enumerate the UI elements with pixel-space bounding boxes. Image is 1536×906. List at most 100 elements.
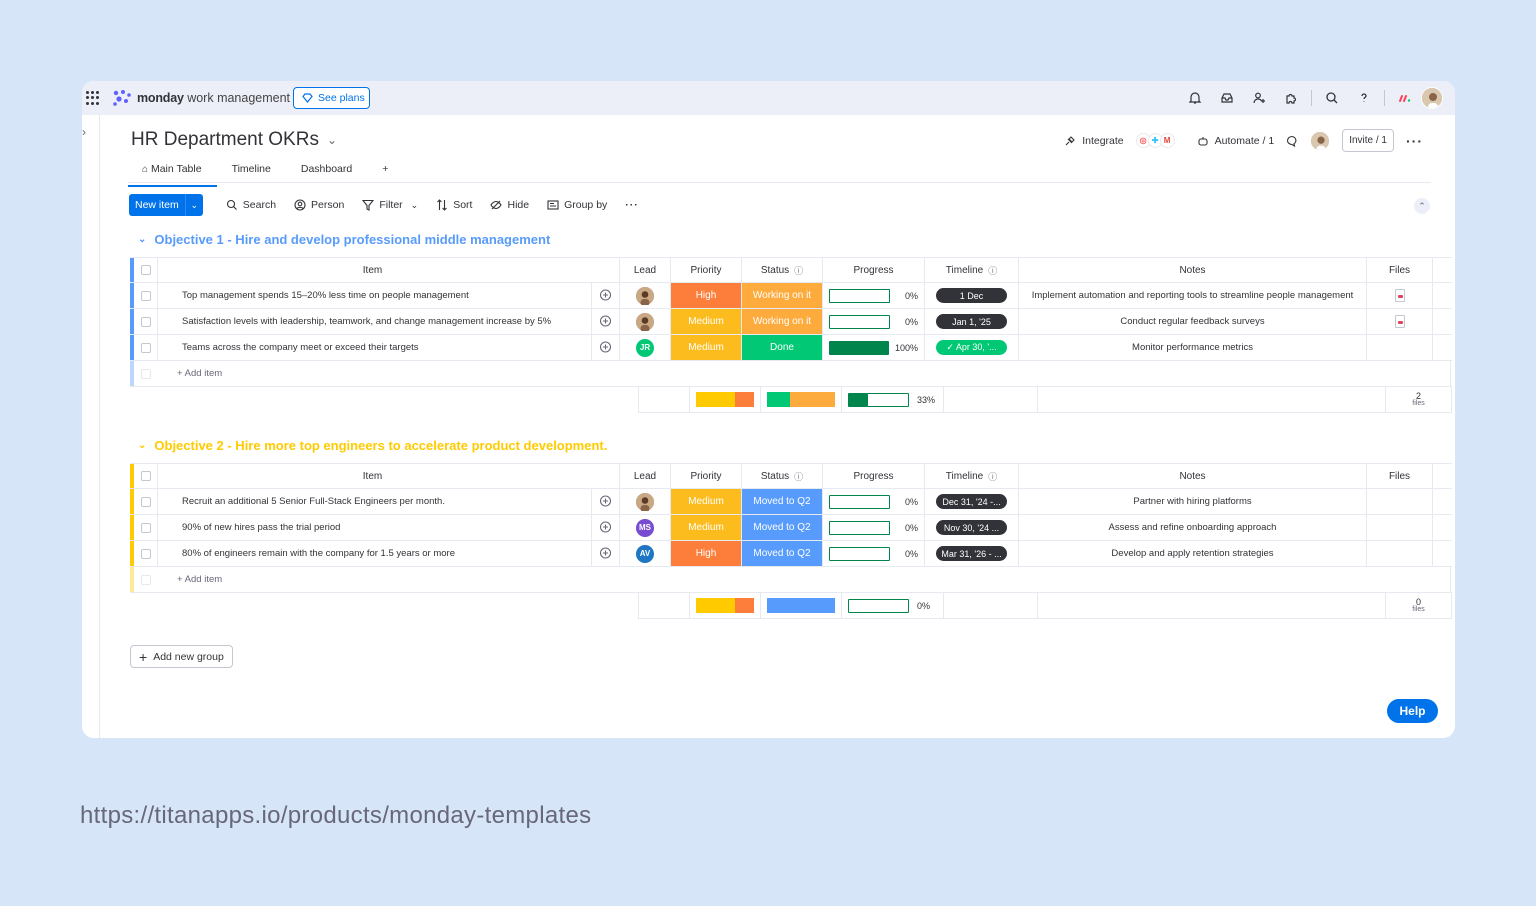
info-icon[interactable]: ⓘ	[988, 264, 997, 277]
column-header-timeline[interactable]: Timeline ⓘ	[925, 464, 1019, 488]
lead-cell[interactable]	[620, 283, 671, 308]
automate-button[interactable]: Automate / 1	[1197, 135, 1274, 147]
column-header-priority[interactable]: Priority	[671, 464, 742, 488]
timeline-cell[interactable]: 1 Dec	[925, 283, 1019, 308]
info-icon[interactable]: ⓘ	[988, 470, 997, 483]
column-header-timeline[interactable]: Timeline ⓘ	[925, 258, 1019, 282]
table-row[interactable]: 90% of new hires pass the trial period MS…	[130, 515, 1452, 541]
item-name[interactable]: 80% of engineers remain with the company…	[182, 548, 455, 559]
lead-avatar[interactable]: MS	[636, 518, 654, 537]
timeline-cell[interactable]: Jan 1, '25	[925, 309, 1019, 334]
timeline-cell[interactable]: ✓ Apr 30, '...	[925, 335, 1019, 360]
notes-cell[interactable]: Conduct regular feedback surveys	[1019, 309, 1367, 334]
status-cell[interactable]: Done	[742, 335, 823, 360]
apps-puzzle-icon[interactable]	[1275, 85, 1307, 111]
more-options-icon[interactable]: ···	[1406, 133, 1423, 149]
item-name-cell[interactable]: Top management spends 15–20% less time o…	[158, 283, 592, 308]
item-name[interactable]: Satisfaction levels with leadership, tea…	[182, 316, 551, 327]
bell-icon[interactable]	[1179, 85, 1211, 111]
item-name[interactable]: 90% of new hires pass the trial period	[182, 522, 340, 533]
row-checkbox[interactable]	[140, 316, 151, 327]
priority-cell[interactable]: Medium	[671, 515, 742, 540]
table-row[interactable]: 80% of engineers remain with the company…	[130, 541, 1452, 567]
files-cell[interactable]	[1367, 541, 1433, 566]
column-header-files[interactable]: Files	[1367, 464, 1433, 488]
tab-timeline[interactable]: Timeline	[217, 159, 286, 183]
lead-cell[interactable]: MS	[620, 515, 671, 540]
help-button[interactable]: Help	[1387, 699, 1438, 723]
new-item-button[interactable]: New item ⌄	[129, 194, 203, 216]
timeline-pill[interactable]: Nov 30, '24 ...	[936, 520, 1007, 535]
person-filter-button[interactable]: Person	[285, 199, 353, 211]
lead-avatar[interactable]	[636, 312, 654, 331]
file-icon[interactable]	[1394, 289, 1405, 302]
group-by-button[interactable]: Group by	[538, 199, 616, 211]
apps-grid-icon[interactable]	[86, 91, 100, 105]
priority-cell[interactable]: Medium	[671, 309, 742, 334]
tab-main-table[interactable]: ⌂ Main Table	[128, 159, 217, 187]
status-cell[interactable]: Working on it	[742, 309, 823, 334]
add-update-icon[interactable]	[592, 541, 620, 566]
lead-cell[interactable]	[620, 489, 671, 514]
add-update-icon[interactable]	[592, 283, 620, 308]
status-cell[interactable]: Moved to Q2	[742, 489, 823, 514]
comment-icon[interactable]	[1286, 135, 1298, 147]
column-header-item[interactable]: Item	[158, 258, 587, 282]
lead-avatar[interactable]: AV	[636, 544, 654, 563]
user-avatar[interactable]	[1421, 87, 1443, 109]
chevron-down-icon[interactable]: ⌄	[138, 440, 146, 451]
notes-cell[interactable]: Develop and apply retention strategies	[1019, 541, 1367, 566]
add-item-input[interactable]: + Add item	[158, 361, 1451, 386]
group-title[interactable]: ⌄ Objective 1 - Hire and develop professi…	[138, 232, 550, 247]
search-icon[interactable]	[1316, 85, 1348, 111]
monday-switcher-icon[interactable]	[1389, 85, 1421, 111]
notes-cell[interactable]: Partner with hiring platforms	[1019, 489, 1367, 514]
info-icon[interactable]: ⓘ	[794, 264, 803, 277]
item-name-cell[interactable]: 90% of new hires pass the trial period	[158, 515, 592, 540]
see-plans-button[interactable]: See plans	[293, 87, 370, 109]
column-header-item[interactable]: Item	[158, 464, 587, 488]
column-header-updates[interactable]	[587, 464, 620, 488]
board-owner-avatar[interactable]	[1310, 130, 1331, 151]
add-view-button[interactable]: +	[367, 159, 403, 183]
board-title[interactable]: HR Department OKRs ⌄	[131, 129, 337, 151]
lead-avatar[interactable]: JR	[636, 338, 654, 357]
add-update-icon[interactable]	[592, 309, 620, 334]
chevron-down-icon[interactable]: ⌄	[138, 234, 146, 245]
row-checkbox[interactable]	[140, 290, 151, 301]
table-row[interactable]: Recruit an additional 5 Senior Full-Stac…	[130, 489, 1452, 515]
hide-button[interactable]: Hide	[481, 199, 538, 211]
files-cell[interactable]	[1367, 283, 1433, 308]
lead-avatar[interactable]	[636, 492, 654, 511]
add-update-icon[interactable]	[592, 489, 620, 514]
status-cell[interactable]: Moved to Q2	[742, 515, 823, 540]
row-checkbox[interactable]	[140, 342, 151, 353]
timeline-pill[interactable]: Jan 1, '25	[936, 314, 1007, 329]
item-name-cell[interactable]: 80% of engineers remain with the company…	[158, 541, 592, 566]
column-header-lead[interactable]: Lead	[620, 258, 671, 282]
row-checkbox[interactable]	[140, 522, 151, 533]
table-row[interactable]: Satisfaction levels with leadership, tea…	[130, 309, 1452, 335]
add-new-group-button[interactable]: + Add new group	[130, 645, 233, 668]
item-name[interactable]: Recruit an additional 5 Senior Full-Stac…	[182, 496, 445, 507]
file-icon[interactable]	[1394, 315, 1405, 328]
status-cell[interactable]: Working on it	[742, 283, 823, 308]
add-update-icon[interactable]	[592, 335, 620, 360]
expand-sidebar-chevron-icon[interactable]: ›	[82, 125, 86, 139]
notes-cell[interactable]: Monitor performance metrics	[1019, 335, 1367, 360]
files-cell[interactable]	[1367, 515, 1433, 540]
status-cell[interactable]: Moved to Q2	[742, 541, 823, 566]
timeline-pill[interactable]: Mar 31, '26 - ...	[936, 546, 1007, 561]
add-update-icon[interactable]	[592, 515, 620, 540]
column-header-progress[interactable]: Progress	[823, 258, 925, 282]
priority-cell[interactable]: High	[671, 283, 742, 308]
column-header-status[interactable]: Status ⓘ	[742, 464, 823, 488]
timeline-pill[interactable]: ✓ Apr 30, '...	[936, 340, 1007, 355]
notes-cell[interactable]: Assess and refine onboarding approach	[1019, 515, 1367, 540]
chevron-down-icon[interactable]: ⌄	[327, 133, 337, 147]
column-header-updates[interactable]	[587, 258, 620, 282]
table-row[interactable]: Teams across the company meet or exceed …	[130, 335, 1452, 361]
files-cell[interactable]	[1367, 309, 1433, 334]
chevron-down-icon[interactable]: ⌄	[184, 194, 203, 216]
select-all-checkbox[interactable]	[140, 265, 151, 275]
